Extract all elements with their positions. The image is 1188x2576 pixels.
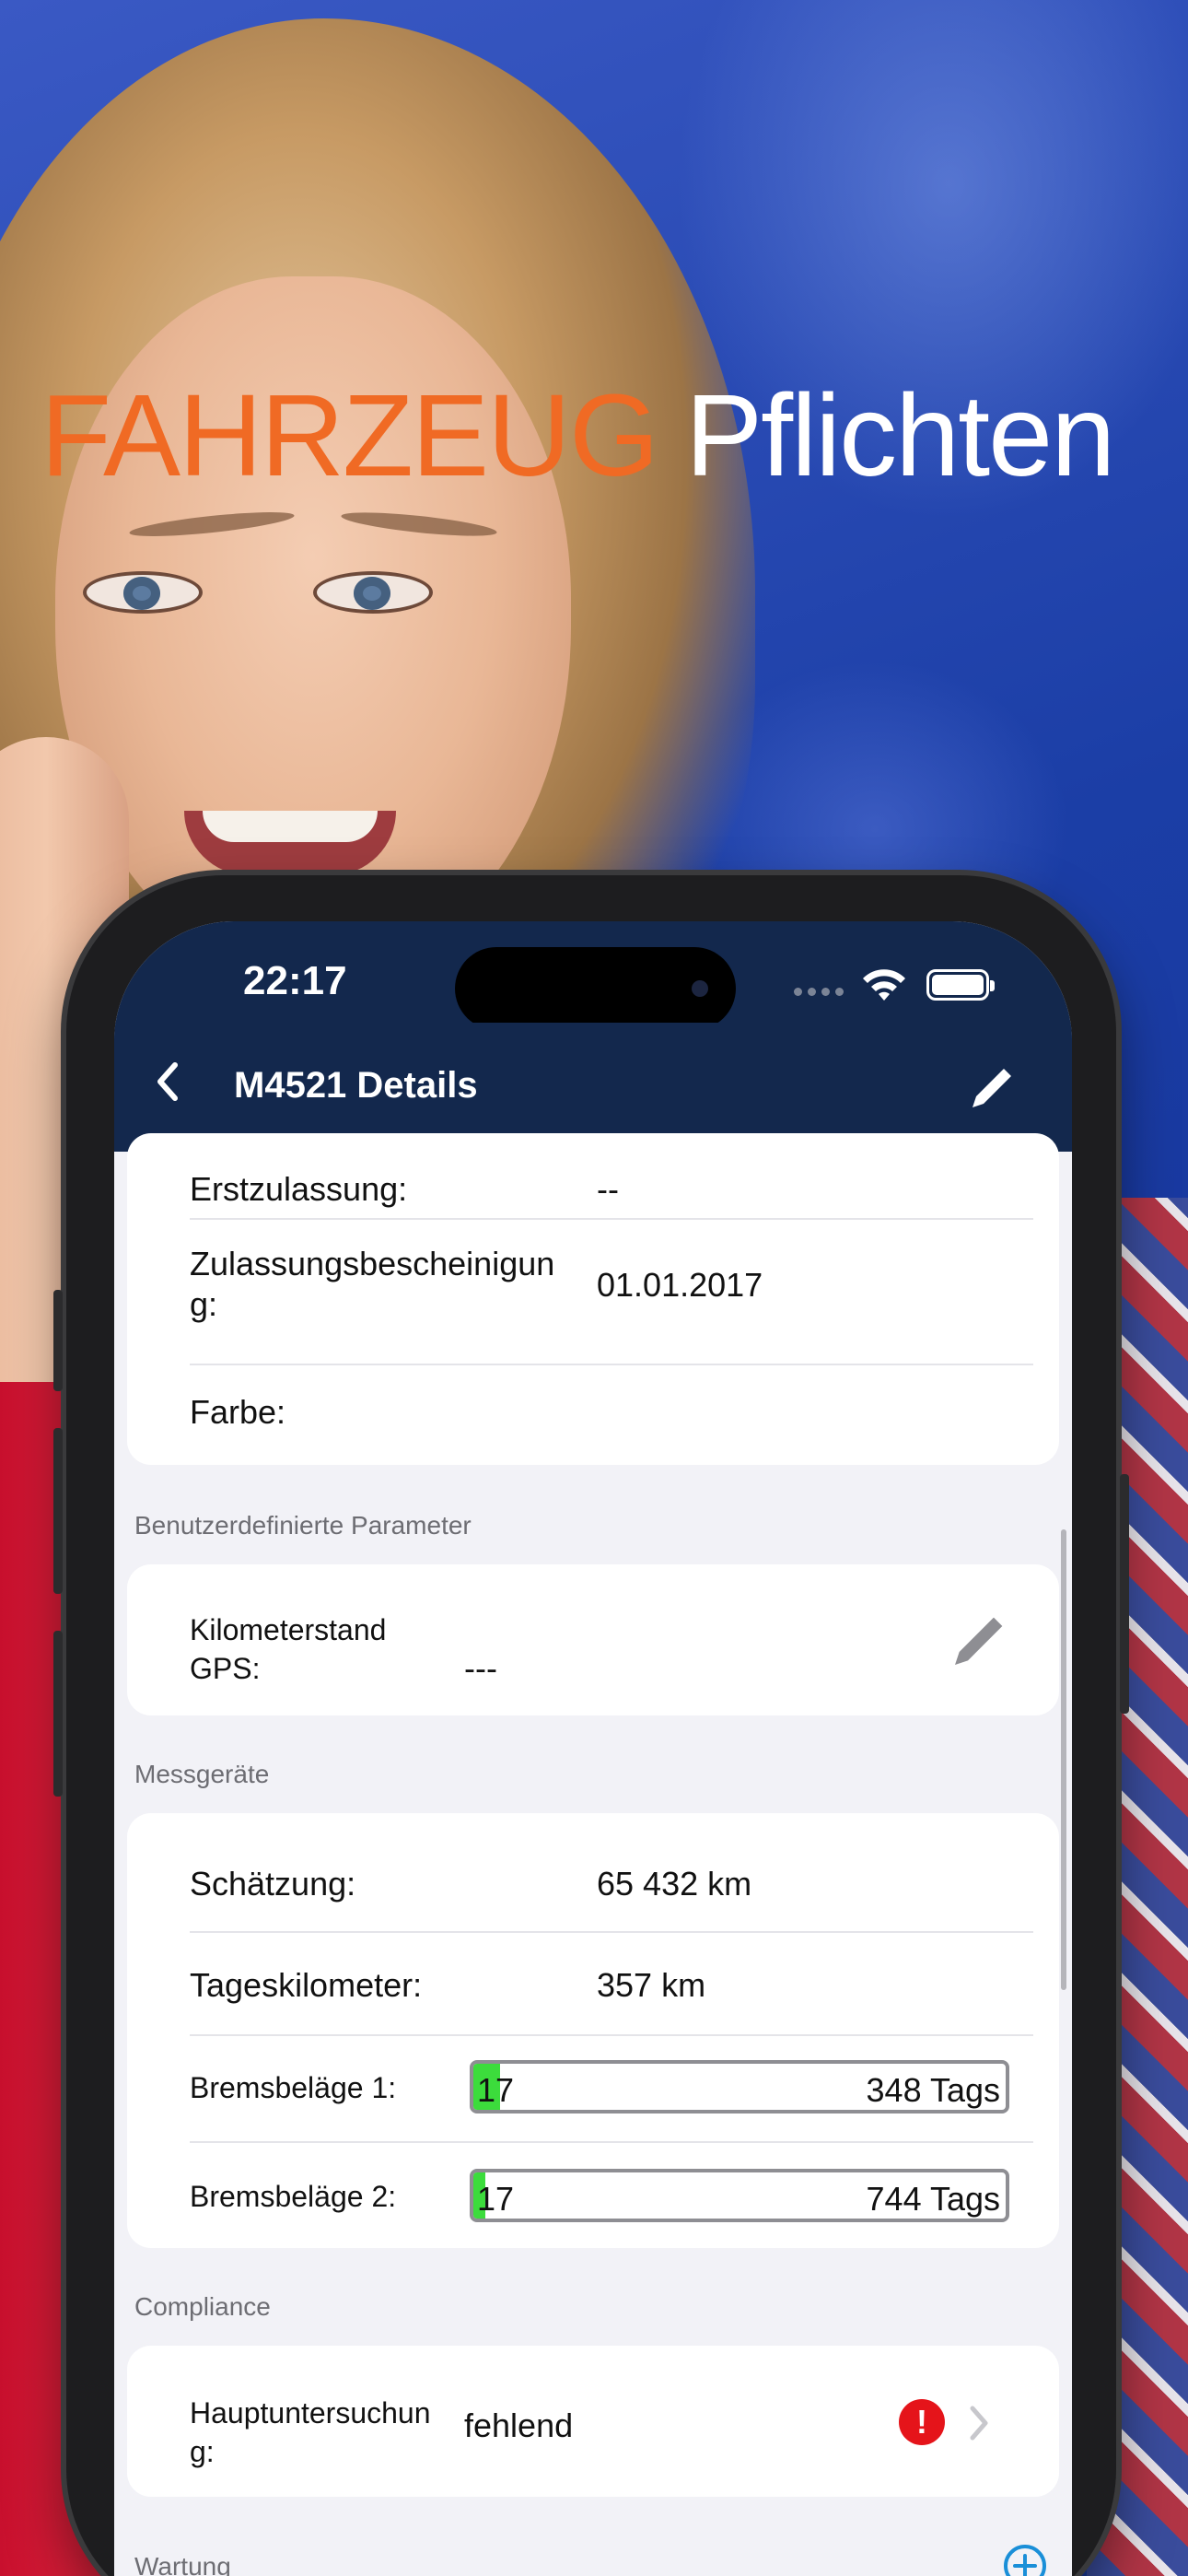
chevron-right-icon <box>970 2406 988 2441</box>
nav-bar: M4521 Details <box>114 1023 1072 1152</box>
daily-km-value: 357 km <box>597 1966 706 2004</box>
first-registration-label: Erstzulassung: <box>190 1170 408 1208</box>
brake-pads-1-value: 17 <box>477 2071 515 2109</box>
page-title: M4521 Details <box>234 1065 478 1106</box>
headline: FAHRZEUG Pflichten <box>41 369 1115 502</box>
divider <box>190 2034 1033 2036</box>
estimate-label: Schätzung: <box>190 1865 356 1903</box>
edit-pencil-icon[interactable] <box>965 1060 1020 1115</box>
brake-pads-1-bar: 17 348 Tags <box>470 2060 1009 2113</box>
main-inspection-value: fehlend <box>464 2406 574 2444</box>
cellular-signal-icon <box>794 988 844 996</box>
brake-pads-2-value: 17 <box>477 2180 515 2218</box>
left-eye <box>83 571 203 614</box>
volume-button <box>53 1631 63 1797</box>
brake-pads-2-bar: 17 744 Tags <box>470 2169 1009 2222</box>
registration-certificate-label: Zulassungsbescheinigun g: <box>190 1245 555 1323</box>
divider <box>190 1364 1033 1365</box>
section-header-maintenance: Wartung <box>134 2552 231 2576</box>
section-header-custom-params: Benutzerdefinierte Parameter <box>134 1511 472 1540</box>
smile <box>184 811 396 875</box>
status-time: 22:17 <box>243 958 347 1003</box>
add-maintenance-icon[interactable] <box>1002 2543 1048 2576</box>
first-registration-value: -- <box>597 1170 619 1208</box>
dynamic-island <box>455 947 736 1030</box>
compliance-row[interactable]: Hauptuntersuchun g: fehlend ! <box>127 2346 1059 2497</box>
color-label: Farbe: <box>190 1393 286 1431</box>
app-screen: 22:17 M4521 Details Erstzulassung: -- Zu… <box>114 921 1072 2576</box>
right-eye <box>313 571 433 614</box>
gps-odometer-label: Kilometerstand GPS: <box>190 1613 387 1685</box>
divider <box>190 1218 1033 1220</box>
phone-frame: 22:17 M4521 Details Erstzulassung: -- Zu… <box>53 875 1129 2576</box>
scrollbar[interactable] <box>1061 1529 1066 1990</box>
alert-icon: ! <box>899 2399 945 2445</box>
brake-pads-2-days: 744 Tags <box>866 2180 1000 2218</box>
wifi-icon <box>863 969 905 1001</box>
side-button <box>53 1290 63 1391</box>
brake-pads-1-label: Bremsbeläge 1: <box>190 2071 397 2104</box>
edit-pencil-icon[interactable] <box>949 1607 1013 1671</box>
battery-icon <box>926 969 995 1001</box>
custom-params-card: Kilometerstand GPS: --- <box>127 1564 1059 1715</box>
divider <box>190 2141 1033 2143</box>
section-header-meters: Messgeräte <box>134 1760 270 1788</box>
main-inspection-label: Hauptuntersuchun g: <box>190 2396 431 2468</box>
headline-word-2: Pflichten <box>685 370 1115 500</box>
gps-odometer-value: --- <box>464 1649 497 1687</box>
divider <box>190 1931 1033 1933</box>
registration-certificate-value: 01.01.2017 <box>597 1266 763 1304</box>
back-chevron-icon[interactable] <box>142 1054 197 1109</box>
power-button <box>1120 1474 1129 1714</box>
headline-word-1: FAHRZEUG <box>41 370 659 500</box>
volume-button <box>53 1428 63 1594</box>
vehicle-card: Erstzulassung: -- Zulassungsbescheinigun… <box>127 1133 1059 1465</box>
brake-pads-1-days: 348 Tags <box>866 2071 1000 2109</box>
section-header-compliance: Compliance <box>134 2292 271 2321</box>
brake-pads-2-label: Bremsbeläge 2: <box>190 2180 397 2213</box>
estimate-value: 65 432 km <box>597 1865 752 1903</box>
meters-card: Schätzung: 65 432 km Tageskilometer: 357… <box>127 1813 1059 2248</box>
daily-km-label: Tageskilometer: <box>190 1966 423 2004</box>
